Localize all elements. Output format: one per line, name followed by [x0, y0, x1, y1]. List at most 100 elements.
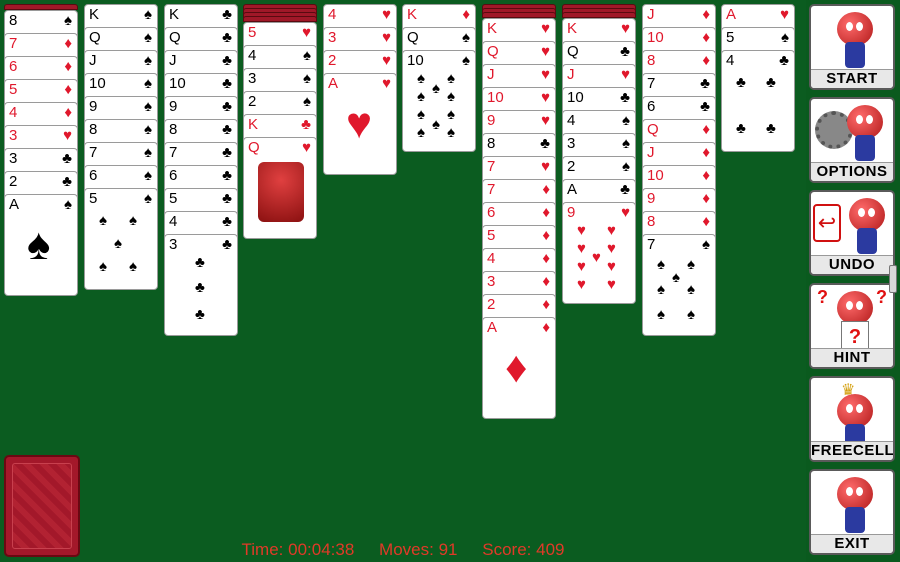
exit-button[interactable]: EXIT — [809, 469, 895, 555]
card-rank: 3 — [9, 150, 18, 167]
card-pip-icon: ♣ — [766, 74, 776, 91]
playing-card[interactable]: 5 ♠ ♠ ♠ ♠ ♠ ♠ — [84, 188, 158, 290]
card-suit-icon: ♥ — [541, 112, 550, 129]
card-rank: 7 — [9, 35, 18, 52]
card-rank: 10 — [487, 89, 504, 106]
card-rank: J — [567, 66, 575, 83]
card-rank: 3 — [487, 273, 496, 290]
card-pip-icon: ♠ — [672, 269, 680, 286]
card-rank: K — [169, 6, 180, 23]
undo-label: UNDO — [811, 255, 893, 274]
mascot-icon — [837, 477, 873, 533]
card-suit-icon: ♣ — [222, 213, 232, 230]
card-suit-icon: ♦ — [542, 204, 550, 221]
card-rank: 7 — [169, 144, 178, 161]
playing-card[interactable]: Q ♥ — [243, 137, 317, 239]
card-rank: 8 — [169, 121, 178, 138]
card-rank: J — [169, 52, 177, 69]
card-rank: Q — [407, 29, 419, 46]
card-rank: 2 — [487, 296, 496, 313]
card-rank: 8 — [89, 121, 98, 138]
card-rank: 8 — [487, 135, 496, 152]
card-pip-icon: ♥ — [607, 222, 616, 239]
undo-button[interactable]: ↩ UNDO — [809, 190, 895, 276]
card-rank: 2 — [328, 52, 337, 69]
card-suit-icon: ♦ — [64, 35, 72, 52]
card-rank: 5 — [487, 227, 496, 244]
freecell-button[interactable]: ♛ FREECELL — [809, 376, 895, 462]
moves-label: Moves: — [379, 540, 434, 559]
card-rank: K — [407, 6, 418, 23]
freecell-label: FREECELL — [811, 441, 895, 460]
card-rank: 6 — [89, 167, 98, 184]
card-rank: 10 — [89, 75, 106, 92]
playing-card[interactable]: A ♦ ♦ — [482, 317, 556, 419]
card-suit-icon: ♠ — [144, 98, 152, 115]
card-suit-icon: ♥ — [382, 75, 391, 92]
card-rank: 5 — [726, 29, 735, 46]
card-suit-icon: ♣ — [222, 52, 232, 69]
card-suit-icon: ♦ — [64, 104, 72, 121]
card-rank: 4 — [9, 104, 18, 121]
card-suit-icon: ♠ — [303, 70, 311, 87]
undo-arrow-icon: ↩ — [813, 204, 841, 242]
moves-value: 91 — [438, 540, 458, 559]
card-pip-icon: ♥ — [577, 258, 586, 275]
card-rank: Q — [89, 29, 101, 46]
start-button[interactable]: START — [809, 4, 895, 90]
question-icon: ? — [817, 287, 828, 307]
card-rank: A — [9, 196, 20, 213]
start-label: START — [811, 69, 893, 88]
card-rank: 10 — [169, 75, 186, 92]
card-rank: 4 — [328, 6, 337, 23]
card-rank: Q — [487, 43, 499, 60]
card-rank: 4 — [248, 47, 257, 64]
card-suit-icon: ♦ — [702, 213, 710, 230]
card-suit-icon: ♠ — [462, 29, 470, 46]
card-rank: K — [567, 20, 578, 37]
options-button[interactable]: OPTIONS — [809, 97, 895, 183]
card-suit-icon: ♥ — [63, 127, 72, 144]
card-rank: 5 — [169, 190, 178, 207]
playing-card[interactable]: A ♥ ♥ — [323, 73, 397, 175]
card-pip-icon: ♠ — [687, 281, 695, 298]
card-rank: 5 — [9, 81, 18, 98]
card-suit-icon: ♥ — [621, 20, 630, 37]
card-suit-icon: ♥ — [541, 66, 550, 83]
playing-card[interactable]: 10 ♠ ♠ ♠ ♠ ♠ ♠ ♠ ♠ ♠ ♠ ♠ — [402, 50, 476, 152]
card-suit-icon: ♣ — [779, 52, 789, 69]
card-rank: 3 — [248, 70, 257, 87]
playing-card[interactable]: 7 ♠ ♠ ♠ ♠ ♠ ♠ ♠ ♠ — [642, 234, 716, 336]
card-pip-icon: ♠ — [417, 124, 425, 141]
card-pip-icon: ♠ — [447, 88, 455, 105]
card-suit-icon: ♣ — [222, 190, 232, 207]
mascot-icon — [837, 394, 873, 450]
card-rank: A — [567, 181, 578, 198]
drag-handle[interactable] — [889, 265, 897, 293]
card-suit-icon: ♥ — [541, 43, 550, 60]
card-suit-icon: ♣ — [620, 181, 630, 198]
card-suit-icon: ♠ — [781, 29, 789, 46]
playing-card[interactable]: A ♠ ♠ — [4, 194, 78, 296]
card-suit-icon: ♠ — [144, 167, 152, 184]
game-table[interactable]: 8 ♠ 7 ♦ 6 ♦ 5 ♦ 4 ♦ 3 ♥ 3 ♣ 2 ♣ A ♠ ♠ K ♠ Q ♠ J ♠ 10 ♠ 9 ♠ 8 ♠ 7 ♠ 6 ♠ 5 ♠ ♠ ♠… — [0, 0, 806, 562]
card-pip-icon: ♠ — [99, 212, 107, 229]
playing-card[interactable]: 9 ♥ ♥ ♥ ♥ ♥ ♥ ♥ ♥ ♥ ♥ — [562, 202, 636, 304]
card-pip-icon: ♠ — [417, 88, 425, 105]
ace-center-icon: ♥ — [346, 99, 373, 148]
card-suit-icon: ♦ — [64, 58, 72, 75]
card-suit-icon: ♠ — [144, 52, 152, 69]
card-rank: 4 — [487, 250, 496, 267]
card-pip-icon: ♣ — [195, 279, 205, 296]
card-suit-icon: ♠ — [303, 47, 311, 64]
card-suit-icon: ♣ — [540, 135, 550, 152]
card-rank: 2 — [567, 158, 576, 175]
card-rank: 10 — [647, 29, 664, 46]
playing-card[interactable]: 4 ♣ ♣ ♣ ♣ ♣ — [721, 50, 795, 152]
card-suit-icon: ♥ — [541, 158, 550, 175]
card-suit-icon: ♣ — [222, 75, 232, 92]
playing-card[interactable]: 3 ♣ ♣ ♣ ♣ — [164, 234, 238, 336]
card-suit-icon: ♣ — [222, 6, 232, 23]
card-rank: Q — [567, 43, 579, 60]
hint-button[interactable]: ? ? ? HINT — [809, 283, 895, 369]
